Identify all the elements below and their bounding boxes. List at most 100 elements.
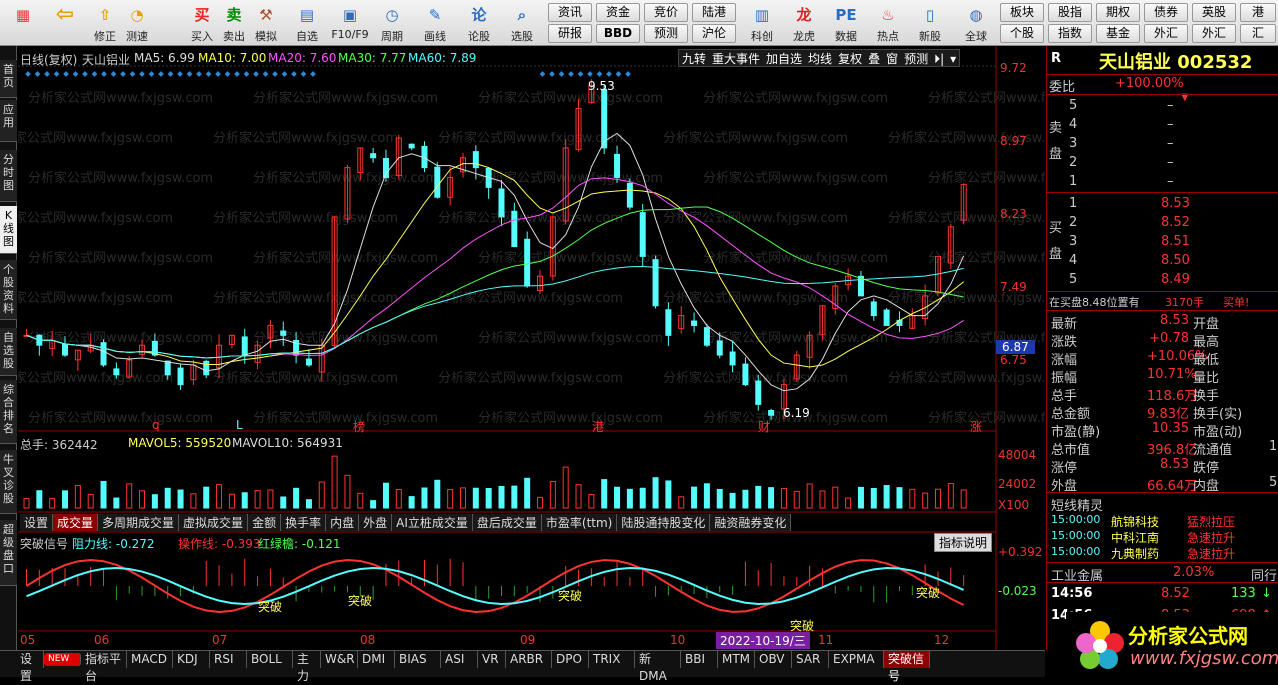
tab-home[interactable]: 首页 <box>0 60 17 98</box>
bottom-tab-0[interactable]: 设置 <box>16 651 44 683</box>
buy-level-2[interactable]: 2 <box>1069 215 1077 230</box>
buy-level-5[interactable]: 5 <box>1069 272 1077 287</box>
forex-button[interactable]: 外汇 <box>1144 24 1188 43</box>
forecast-button[interactable]: 预测 <box>644 24 688 43</box>
hotspot-button[interactable]: ♨ 热点 <box>870 2 906 44</box>
speed-button[interactable]: ◔ 测速 <box>122 2 152 44</box>
period-button[interactable]: ◷ 周期 <box>374 2 410 44</box>
uk-stocks-button[interactable]: 英股 <box>1192 3 1236 22</box>
bottom-tab-5[interactable]: RSI <box>210 651 247 668</box>
hk-connect-button[interactable]: 陆港 <box>692 3 736 22</box>
sell-button[interactable]: 卖卖出 <box>220 2 248 44</box>
volume-tab-multi[interactable]: 多周期成交量 <box>98 514 180 531</box>
bottom-tab-4[interactable]: KDJ <box>173 651 210 668</box>
sell-level-3[interactable]: 3 <box>1069 136 1077 151</box>
tab-diagnosis[interactable]: 牛叉诊股 <box>0 450 17 514</box>
tab-watchlist[interactable]: 自选股 <box>0 328 17 376</box>
restore-rights-button[interactable]: 复权 <box>835 50 865 67</box>
window-button[interactable]: 窗 <box>883 50 901 67</box>
shanghai-london-button[interactable]: 沪伦 <box>692 24 736 43</box>
forecast-chart-button[interactable]: 预测 <box>901 50 931 67</box>
research-button[interactable]: 研报 <box>548 24 592 43</box>
volume-tab-turnover[interactable]: 换手率 <box>281 514 327 531</box>
bottom-tab-15[interactable]: TRIX <box>589 651 635 668</box>
menu-down-icon[interactable]: ▾ <box>947 52 959 66</box>
funds-button[interactable]: 资金 <box>596 3 640 22</box>
hk-button[interactable]: 港 <box>1240 3 1276 22</box>
chart-area[interactable]: 分析家公式网www.fxjgsw.com 分析家公式网www.fxjgsw.com… <box>18 46 1045 650</box>
f10-button[interactable]: ▣ F10/F9 <box>328 2 372 44</box>
bottom-tab-7[interactable]: 主力 <box>293 651 321 683</box>
volume-tab-inner[interactable]: 内盘 <box>326 514 360 531</box>
tab-kline[interactable]: K线图 <box>0 206 17 254</box>
volume-tab-settings[interactable]: 设置 <box>20 514 54 531</box>
grid-icon[interactable]: ▦ <box>6 2 40 44</box>
volume-tab-after[interactable]: 盘后成交量 <box>473 514 542 531</box>
sell-level-5[interactable]: 5 <box>1069 98 1077 113</box>
bottom-tab-10[interactable]: BIAS <box>395 651 441 668</box>
sell-level-2[interactable]: 2 <box>1069 155 1077 170</box>
forum-button[interactable]: 论论股 <box>462 2 496 44</box>
short-stock[interactable]: 中科江南 <box>1111 529 1159 546</box>
index-futures-button[interactable]: 股指 <box>1048 3 1092 22</box>
volume-tab-amount[interactable]: 金额 <box>248 514 282 531</box>
options-button[interactable]: 期权 <box>1096 3 1140 22</box>
bottom-tab-14[interactable]: DPO <box>552 651 589 668</box>
bottom-tab-11[interactable]: ASI <box>441 651 478 668</box>
bbd-button[interactable]: BBD <box>596 24 640 43</box>
bonds-button[interactable]: 债券 <box>1144 3 1188 22</box>
tab-ranking[interactable]: 综合排名 <box>0 380 17 444</box>
volume-tab-outer[interactable]: 外盘 <box>359 514 393 531</box>
tab-super-panel[interactable]: 超级盘口 <box>0 520 17 586</box>
bottom-tab-18[interactable]: MTM <box>718 651 755 668</box>
stock-pick-button[interactable]: ⌕ 选股 <box>504 2 540 44</box>
bottom-tab-16[interactable]: 新DMA <box>635 651 681 683</box>
buy-level-4[interactable]: 4 <box>1069 253 1077 268</box>
bottom-tab-9[interactable]: DMI <box>358 651 395 668</box>
short-stock[interactable]: 九典制药 <box>1111 545 1159 562</box>
simulate-button[interactable]: ⚒ 模拟 <box>252 2 280 44</box>
play-icon[interactable]: ⏵| <box>931 52 947 67</box>
sell-level-4[interactable]: 4 <box>1069 117 1077 132</box>
back-icon[interactable]: ⇦ <box>48 2 82 44</box>
data-button[interactable]: PE 数据 <box>828 2 864 44</box>
auction-button[interactable]: 竞价 <box>644 3 688 22</box>
bottom-tab-22[interactable]: 突破信号 <box>884 651 930 683</box>
sector-button[interactable]: 板块 <box>1000 3 1044 22</box>
bottom-tab-8[interactable]: W&R <box>321 651 358 668</box>
bottom-tab-6[interactable]: BOLL <box>247 651 293 668</box>
sell-level-1[interactable]: 1 <box>1069 174 1077 189</box>
add-watch-button[interactable]: 加自选 <box>763 50 805 67</box>
bottom-tab-13[interactable]: ARBR <box>506 651 552 668</box>
buy-level-1[interactable]: 1 <box>1069 196 1077 211</box>
major-event-button[interactable]: 重大事件 <box>709 50 763 67</box>
bottom-tab-20[interactable]: SAR <box>792 651 829 668</box>
bottom-tab-17[interactable]: BBI <box>681 651 718 668</box>
forex2-button[interactable]: 外汇 <box>1192 24 1236 43</box>
volume-tab-margin[interactable]: 融资融券变化 <box>710 514 792 531</box>
fund-button[interactable]: 基金 <box>1096 24 1140 43</box>
dragon-tiger-button[interactable]: 龙龙虎 <box>786 2 822 44</box>
hui-button[interactable]: 汇 <box>1240 24 1276 43</box>
tab-apps[interactable]: 应用 <box>0 100 17 142</box>
tab-stock-info[interactable]: 个股资料 <box>0 260 17 320</box>
volume-tab-virtual[interactable]: 虚拟成交量 <box>179 514 249 531</box>
buy-button[interactable]: 买买入 <box>188 2 216 44</box>
bottom-tab-1[interactable]: NEW <box>44 653 81 666</box>
buy-level-3[interactable]: 3 <box>1069 234 1077 249</box>
stock-button[interactable]: 个股 <box>1000 24 1044 43</box>
bottom-tab-3[interactable]: MACD <box>127 651 173 668</box>
bottom-tab-2[interactable]: 指标平台 <box>81 651 127 683</box>
kline-svg[interactable]: 分析家公式网www.fxjgsw.com 分析家公式网www.fxjgsw.com… <box>18 46 1045 650</box>
nine-turn-button[interactable]: 九转 <box>679 50 709 67</box>
ipo-button[interactable]: ▯ 新股 <box>912 2 948 44</box>
bottom-tab-21[interactable]: EXPMA <box>829 651 884 668</box>
index-button[interactable]: 指数 <box>1048 24 1092 43</box>
volume-tab-hk-holding[interactable]: 陆股通持股变化 <box>617 514 711 531</box>
bottom-tab-12[interactable]: VR <box>478 651 506 668</box>
star-market-button[interactable]: ▥ 科创 <box>744 2 780 44</box>
tab-intraday[interactable]: 分时图 <box>0 150 17 202</box>
indicator-help-button[interactable]: 指标说明 <box>934 533 993 552</box>
overlay-button[interactable]: 叠 <box>865 50 883 67</box>
volume-tab-volume[interactable]: 成交量 <box>53 514 99 531</box>
